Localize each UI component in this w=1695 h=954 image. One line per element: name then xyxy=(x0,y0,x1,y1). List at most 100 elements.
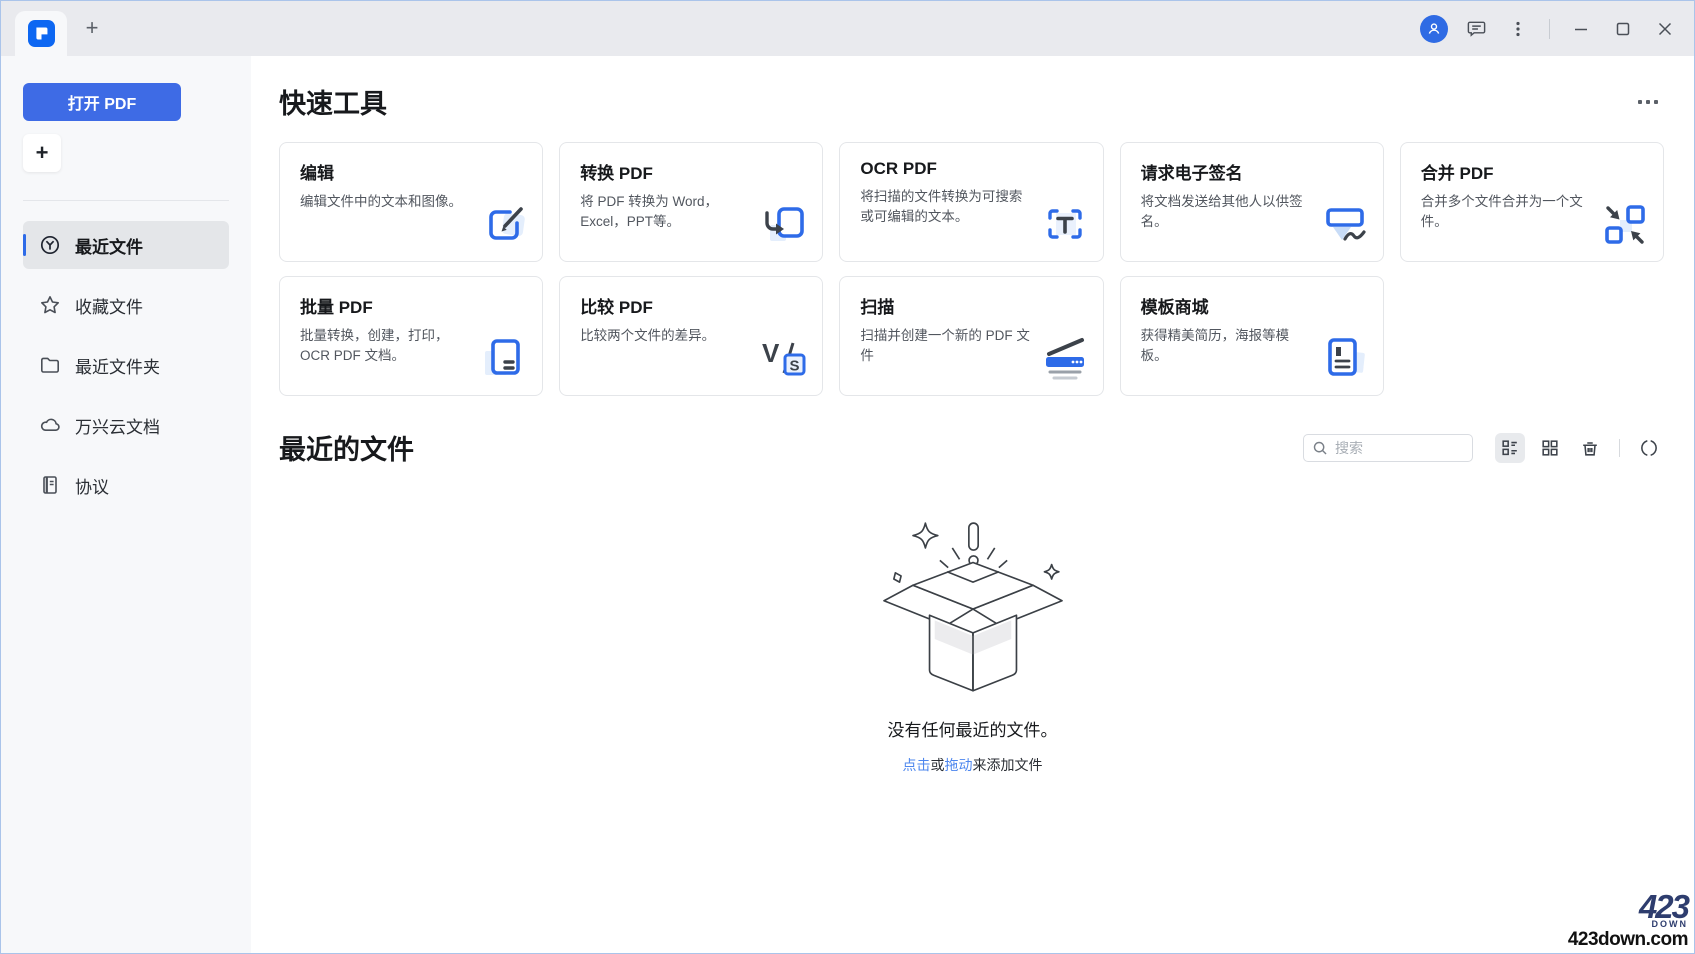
click-to-add-link[interactable]: 点击 xyxy=(903,757,931,773)
sidebar-item-label: 收藏文件 xyxy=(75,293,143,318)
minimize-icon xyxy=(1572,20,1590,38)
compare-icon: V S xyxy=(756,331,812,387)
empty-hint: 点击或拖动来添加文件 xyxy=(251,755,1694,775)
card-convert-pdf[interactable]: 转换 PDF 将 PDF 转换为 Word，Excel，PPT等。 xyxy=(559,142,823,262)
template-icon xyxy=(1317,331,1373,387)
star-icon xyxy=(39,294,61,316)
card-title: 模板商城 xyxy=(1141,293,1369,318)
card-desc: 获得精美简历，海报等模板。 xyxy=(1141,326,1313,367)
sidebar-item-label: 最近文件夹 xyxy=(75,353,160,378)
clear-list-icon xyxy=(1580,438,1600,458)
clear-list-button[interactable] xyxy=(1575,433,1605,463)
sidebar-item-label: 最近文件 xyxy=(75,233,143,258)
view-controls xyxy=(1495,433,1664,463)
card-title: 批量 PDF xyxy=(300,293,528,318)
recent-files-empty-state: 没有任何最近的文件。 点击或拖动来添加文件 xyxy=(251,519,1694,775)
feedback-button[interactable] xyxy=(1459,12,1493,46)
view-controls-divider xyxy=(1619,439,1620,457)
create-new-button[interactable]: + xyxy=(23,134,61,172)
drag-to-add-link[interactable]: 拖动 xyxy=(945,757,973,773)
grid-view-button[interactable] xyxy=(1535,433,1565,463)
card-desc: 比较两个文件的差异。 xyxy=(580,326,752,346)
card-desc: 将 PDF 转换为 Word，Excel，PPT等。 xyxy=(580,192,752,233)
cloud-icon xyxy=(39,414,61,436)
card-desc: 将扫描的文件转换为可搜索或可编辑的文本。 xyxy=(860,187,1032,228)
sidebar-item-label: 协议 xyxy=(75,473,109,498)
scan-icon xyxy=(1037,331,1093,387)
batch-icon xyxy=(476,331,532,387)
account-button[interactable] xyxy=(1417,12,1451,46)
titlebar: + xyxy=(1,1,1694,56)
svg-text:S: S xyxy=(790,358,800,375)
search-icon xyxy=(1312,440,1328,456)
merge-icon xyxy=(1597,197,1653,253)
empty-box-illustration xyxy=(848,519,1098,697)
quick-tools-title: 快速工具 xyxy=(279,82,387,121)
card-compare-pdf[interactable]: 比较 PDF 比较两个文件的差异。 V S xyxy=(559,276,823,396)
sidebar: 打开 PDF + 最近文件 收藏文件 最近文件夹 万兴云文档 xyxy=(1,56,251,953)
new-tab-button[interactable]: + xyxy=(79,15,105,41)
card-title: 请求电子签名 xyxy=(1141,159,1369,184)
main-content: 快速工具 编辑 编辑文件中的文本和图像。 转换 PDF 将 PDF 转换为 Wo… xyxy=(251,56,1694,953)
minimize-button[interactable] xyxy=(1564,12,1598,46)
list-view-button[interactable] xyxy=(1495,433,1525,463)
sidebar-item-recent-files[interactable]: 最近文件 xyxy=(23,221,229,269)
svg-text:V: V xyxy=(762,338,780,368)
sidebar-item-favorite-files[interactable]: 收藏文件 xyxy=(23,281,229,329)
close-icon xyxy=(1656,20,1674,38)
card-edit[interactable]: 编辑 编辑文件中的文本和图像。 xyxy=(279,142,543,262)
history-icon xyxy=(39,234,61,256)
card-title: 比较 PDF xyxy=(580,293,808,318)
account-avatar xyxy=(1420,15,1448,43)
agreement-icon xyxy=(39,474,61,496)
more-menu-button[interactable] xyxy=(1501,12,1535,46)
maximize-button[interactable] xyxy=(1606,12,1640,46)
sidebar-item-agreements[interactable]: 协议 xyxy=(23,461,229,509)
quick-tools-more-button[interactable] xyxy=(1632,94,1664,110)
edit-icon xyxy=(476,197,532,253)
card-desc: 编辑文件中的文本和图像。 xyxy=(300,192,472,212)
card-request-esign[interactable]: 请求电子签名 将文档发送给其他人以供签名。 xyxy=(1120,142,1384,262)
document-tab-home[interactable] xyxy=(15,11,67,56)
watermark-logo-word: DOWN xyxy=(1568,920,1688,929)
card-desc: 合并多个文件合并为一个文件。 xyxy=(1421,192,1593,233)
quick-tools-grid: 编辑 编辑文件中的文本和图像。 转换 PDF 将 PDF 转换为 Word，Ex… xyxy=(279,142,1664,396)
sidebar-item-cloud-documents[interactable]: 万兴云文档 xyxy=(23,401,229,449)
refresh-icon xyxy=(1639,438,1659,458)
card-desc: 将文档发送给其他人以供签名。 xyxy=(1141,192,1313,233)
refresh-button[interactable] xyxy=(1634,433,1664,463)
open-pdf-button[interactable]: 打开 PDF xyxy=(23,83,181,121)
card-batch-pdf[interactable]: 批量 PDF 批量转换，创建，打印，OCR PDF 文档。 xyxy=(279,276,543,396)
search-input[interactable] xyxy=(1335,440,1455,456)
card-title: OCR PDF xyxy=(860,159,1088,179)
sidebar-nav: 最近文件 收藏文件 最近文件夹 万兴云文档 协议 xyxy=(23,221,229,509)
folder-icon xyxy=(39,354,61,376)
card-desc: 扫描并创建一个新的 PDF 文件 xyxy=(860,326,1032,367)
list-view-icon xyxy=(1500,438,1520,458)
feedback-icon xyxy=(1466,18,1487,39)
esign-icon xyxy=(1317,197,1373,253)
card-merge-pdf[interactable]: 合并 PDF 合并多个文件合并为一个文件。 xyxy=(1400,142,1664,262)
watermark: 423 DOWN 423down.com xyxy=(1568,890,1688,949)
watermark-site: 423down.com xyxy=(1568,930,1688,949)
hint-rest-text: 来添加文件 xyxy=(973,757,1043,773)
close-button[interactable] xyxy=(1648,12,1682,46)
card-title: 编辑 xyxy=(300,159,528,184)
card-template-mall[interactable]: 模板商城 获得精美简历，海报等模板。 xyxy=(1120,276,1384,396)
hint-or-text: 或 xyxy=(931,757,945,773)
card-title: 合并 PDF xyxy=(1421,159,1649,184)
more-vertical-icon xyxy=(1509,20,1527,38)
convert-icon xyxy=(756,197,812,253)
search-box[interactable] xyxy=(1303,434,1473,462)
card-ocr-pdf[interactable]: OCR PDF 将扫描的文件转换为可搜索或可编辑的文本。 xyxy=(839,142,1103,262)
card-scan[interactable]: 扫描 扫描并创建一个新的 PDF 文件 xyxy=(839,276,1103,396)
sidebar-item-recent-folders[interactable]: 最近文件夹 xyxy=(23,341,229,389)
active-accent-bar xyxy=(23,234,26,256)
card-title: 转换 PDF xyxy=(580,159,808,184)
card-desc: 批量转换，创建，打印，OCR PDF 文档。 xyxy=(300,326,472,367)
sidebar-divider xyxy=(23,200,229,201)
ocr-icon xyxy=(1037,197,1093,253)
maximize-icon xyxy=(1614,20,1632,38)
pdfelement-logo-icon xyxy=(28,20,55,47)
app-window: + 打开 PDF xyxy=(0,0,1695,954)
